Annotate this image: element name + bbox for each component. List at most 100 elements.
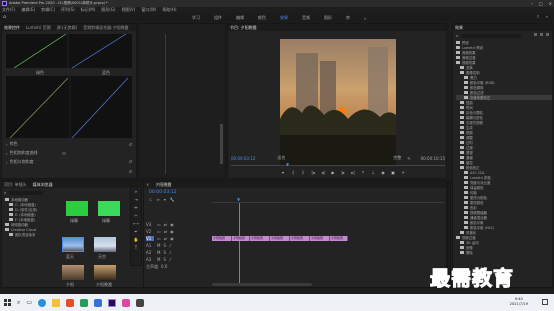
thumb-green-screen-1[interactable] xyxy=(66,201,88,216)
track-select-icon[interactable]: ⇥ xyxy=(134,197,137,202)
marker-icon[interactable]: ▾ xyxy=(164,197,166,202)
workspace-audio[interactable]: 音频 xyxy=(302,15,310,21)
explorer-icon[interactable] xyxy=(52,298,61,307)
mic-icon[interactable]: ♪ xyxy=(169,257,172,262)
timeline-clip[interactable]: 夕阳晚霞 xyxy=(310,236,330,241)
fold-icon[interactable]: › xyxy=(6,151,8,156)
app-icon[interactable] xyxy=(136,298,145,307)
search-icon[interactable]: ⌕ xyxy=(4,190,6,195)
master-value[interactable]: 0.0 xyxy=(161,264,167,269)
workspace-assembly[interactable]: 组件 xyxy=(214,15,222,21)
solo-icon[interactable]: S xyxy=(163,243,166,248)
wrench-icon[interactable]: ✎ xyxy=(407,156,410,161)
lock-icon[interactable]: ▭ xyxy=(157,222,161,227)
reset-icon[interactable]: ↺ xyxy=(129,159,132,164)
go-to-out-icon[interactable]: ▸| xyxy=(350,170,356,175)
step-forward-icon[interactable]: |▸ xyxy=(340,170,346,175)
tab-source[interactable]: 源:(无剪辑) xyxy=(57,25,77,31)
workspace-color[interactable]: 颜色 xyxy=(258,15,266,21)
effects-title[interactable]: 效果 xyxy=(455,25,463,31)
workspace-learn[interactable]: 学习 xyxy=(192,15,200,21)
timeline-clip[interactable]: 夕阳晚霞 xyxy=(250,236,270,241)
color-swatch[interactable] xyxy=(62,152,66,155)
timeline-clip[interactable]: 夕阳晚霞 xyxy=(330,236,348,241)
go-to-in-icon[interactable]: |◂ xyxy=(310,170,316,175)
fit-dropdown[interactable]: 适合 xyxy=(277,155,285,161)
app-icon[interactable] xyxy=(66,298,75,307)
snap-icon[interactable]: ⊂ xyxy=(149,197,152,202)
export-frame-icon[interactable]: ◉ xyxy=(380,170,386,175)
mark-out-icon[interactable]: } xyxy=(300,170,306,175)
linked-icon[interactable]: ∞ xyxy=(156,197,159,202)
maximize-icon[interactable]: □ xyxy=(539,1,543,6)
track-a3[interactable]: A3 xyxy=(146,257,154,262)
track-a1[interactable]: A1 xyxy=(146,243,154,248)
workspace-editing[interactable]: 编辑 xyxy=(236,15,244,21)
fold-icon[interactable]: › xyxy=(6,160,8,165)
program-title[interactable]: 节目: 夕阳晚霞 xyxy=(230,25,257,31)
lock-icon[interactable]: ▭ xyxy=(157,236,161,241)
mic-icon[interactable]: ♪ xyxy=(169,250,172,255)
notification-icon[interactable] xyxy=(542,299,548,305)
add-button-icon[interactable]: + xyxy=(400,170,406,175)
effects-search-input[interactable] xyxy=(461,33,522,38)
close-icon[interactable]: ✕ xyxy=(146,182,149,187)
eye-icon[interactable]: ◉ xyxy=(170,236,174,241)
app-icon[interactable] xyxy=(122,298,131,307)
playhead-bar[interactable]: ▼ xyxy=(231,162,445,167)
close-icon[interactable]: ✕ xyxy=(549,1,552,6)
pen-tool-icon[interactable]: ✒ xyxy=(134,229,137,234)
hand-tool-icon[interactable]: ✋ xyxy=(134,237,139,242)
home-icon[interactable]: ⌂ xyxy=(3,14,6,20)
timeline-scrollbar[interactable] xyxy=(212,283,312,286)
tree-team-projects[interactable]: 团队项目版本 xyxy=(5,232,60,237)
workspace-libraries[interactable]: 库 xyxy=(346,15,350,21)
workspace-effects[interactable]: 效果 xyxy=(280,15,288,21)
type-tool-icon[interactable]: T xyxy=(135,245,137,250)
search-input[interactable] xyxy=(9,190,44,195)
reset-icon[interactable]: ↺ xyxy=(129,169,132,174)
timeline-timecode[interactable]: 00:00:03:12 xyxy=(149,190,176,195)
eye-icon[interactable]: ◉ xyxy=(170,222,174,227)
thumb-sky[interactable] xyxy=(94,237,116,252)
playhead-icon[interactable]: ▼ xyxy=(237,197,240,202)
task-view-icon[interactable]: ▭ xyxy=(26,299,32,306)
workspace-graphics[interactable]: 图形 xyxy=(324,15,332,21)
quick-export-icon[interactable]: ⇪ xyxy=(536,14,539,19)
track-a2[interactable]: A2 xyxy=(146,250,154,255)
search-icon[interactable]: ⌕ xyxy=(17,299,20,307)
timeline-clip[interactable]: 夕阳晚霞 xyxy=(232,236,250,241)
eye-icon[interactable]: ◉ xyxy=(170,229,174,234)
program-timecode[interactable]: 00:00:03:12 xyxy=(231,156,255,161)
quality-dropdown[interactable]: 完整 xyxy=(393,155,401,161)
mute-icon[interactable]: M xyxy=(157,257,160,262)
extract-icon[interactable]: ⇣ xyxy=(370,170,376,175)
thumb-green-screen-2[interactable] xyxy=(98,201,120,216)
mute-icon[interactable]: M xyxy=(157,250,160,255)
timeline-clip[interactable]: 夕阳晚霞 xyxy=(270,236,290,241)
edge-icon[interactable] xyxy=(38,298,47,307)
tab-effect-controls[interactable]: 效果控件 xyxy=(4,25,20,31)
yuv-effects-icon[interactable] xyxy=(546,33,549,36)
search-icon[interactable]: ⌕ xyxy=(546,14,548,19)
play-icon[interactable]: ▶ xyxy=(330,170,336,175)
playhead-marker-icon[interactable]: ▼ xyxy=(286,162,289,167)
mic-icon[interactable]: ♪ xyxy=(169,243,172,248)
workspace-more-icon[interactable]: » xyxy=(364,16,366,21)
track-v3[interactable]: V3 xyxy=(146,222,154,227)
settings-icon[interactable]: 🔧 xyxy=(170,197,175,202)
sync-icon[interactable]: ⇄ xyxy=(164,229,167,234)
windows-start-icon[interactable] xyxy=(4,299,11,306)
lock-icon[interactable]: ▭ xyxy=(157,229,161,234)
tab-project[interactable]: 项目: 单镜头 xyxy=(4,182,27,188)
step-back-icon[interactable]: ◂| xyxy=(320,170,326,175)
clock-date[interactable]: 2021/7/19 xyxy=(510,302,528,307)
selection-tool-icon[interactable]: ➤ xyxy=(134,189,137,194)
ripple-edit-icon[interactable]: ⇹ xyxy=(134,205,137,210)
solo-icon[interactable]: S xyxy=(163,250,166,255)
sync-icon[interactable]: ⇄ xyxy=(164,222,167,227)
slip-tool-icon[interactable]: ⟷ xyxy=(133,221,139,226)
fold-icon[interactable]: › xyxy=(6,142,8,147)
minimize-icon[interactable]: – xyxy=(531,1,533,6)
accelerated-effects-icon[interactable] xyxy=(534,33,537,36)
